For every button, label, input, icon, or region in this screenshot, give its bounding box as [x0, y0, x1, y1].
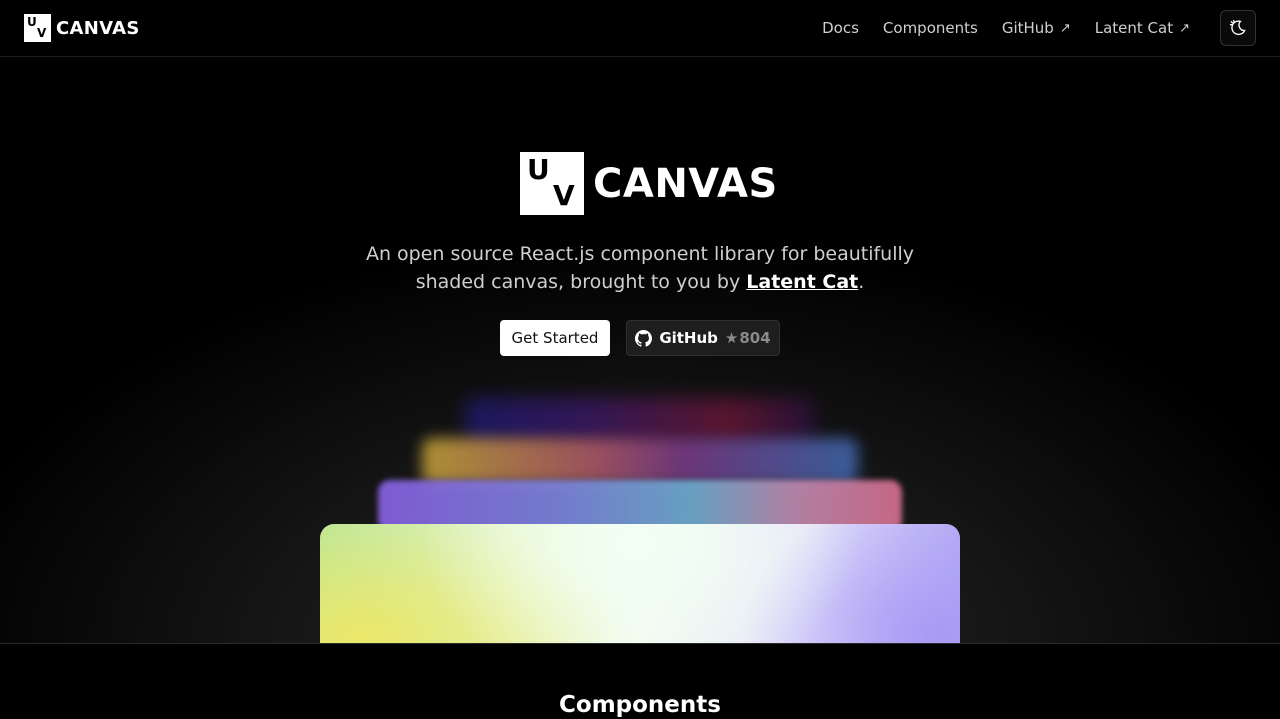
star-icon: ★	[724, 329, 739, 347]
external-link-icon: ↗	[1179, 20, 1190, 36]
nav-link-label: Latent Cat	[1094, 19, 1174, 37]
shaded-canvas-preview[interactable]	[320, 524, 960, 643]
section-divider	[0, 643, 1280, 644]
hero-logo: U V CANVAS	[520, 152, 778, 215]
brand-home-link[interactable]: U V CANVAS	[24, 14, 140, 42]
components-heading: Components	[559, 692, 721, 718]
latent-cat-link[interactable]: Latent Cat	[746, 271, 858, 293]
external-link-icon: ↗	[1059, 20, 1071, 36]
nav-link-latent-cat[interactable]: Latent Cat ↗	[1095, 19, 1190, 37]
star-count-value: 804	[739, 329, 771, 347]
moon-sun-icon	[1229, 19, 1246, 36]
nav-link-github[interactable]: GitHub ↗	[1002, 19, 1071, 37]
github-stars-button[interactable]: GitHub ★ 804	[626, 320, 780, 356]
hero-logo-letter-v: V	[553, 179, 575, 212]
uv-logo-large-icon: U V	[520, 152, 584, 215]
uv-logo-icon: U V	[24, 14, 51, 42]
theme-toggle-button[interactable]	[1220, 10, 1256, 46]
github-icon	[635, 329, 653, 347]
nav-link-docs[interactable]: Docs	[822, 19, 859, 37]
hero-logo-letter-u: U	[527, 153, 550, 186]
github-button-label: GitHub	[659, 329, 718, 347]
nav-link-components[interactable]: Components	[883, 19, 978, 37]
hero-tagline: An open source React.js component librar…	[340, 240, 940, 296]
page-root: U V CANVAS Docs Components GitHub ↗ Late…	[0, 0, 1280, 719]
tagline-suffix: .	[858, 271, 865, 293]
logo-letter-v: V	[37, 26, 47, 40]
nav-links: Docs Components GitHub ↗ Latent Cat ↗	[798, 10, 1256, 46]
nav-link-label: GitHub	[1001, 19, 1054, 37]
navbar: U V CANVAS Docs Components GitHub ↗ Late…	[0, 0, 1280, 57]
shaded-card-middle	[422, 438, 858, 484]
github-star-count: ★ 804	[725, 329, 771, 347]
get-started-button[interactable]: Get Started	[500, 320, 610, 356]
get-started-label: Get Started	[511, 329, 599, 347]
hero-title: CANVAS	[593, 160, 778, 207]
logo-letter-u: U	[27, 15, 37, 29]
nav-link-label: Components	[882, 19, 978, 37]
brand-text: CANVAS	[56, 17, 140, 39]
nav-link-label: Docs	[822, 19, 859, 37]
